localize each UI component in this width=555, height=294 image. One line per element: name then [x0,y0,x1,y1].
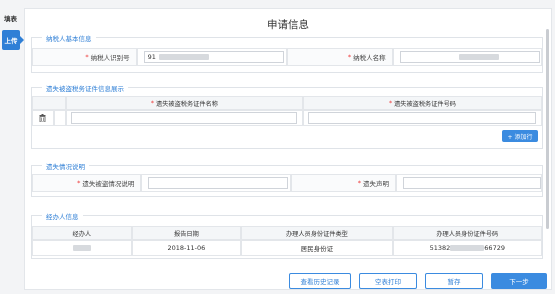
table-row [32,110,542,126]
taxpayer-id-field[interactable]: 91 [143,51,284,63]
redacted-block [158,54,209,60]
col-id-number: 办理人员身份证件号码 [392,226,542,240]
table-row: 2018-11-06 居民身份证 51382 66729 [32,240,542,256]
required-mark: * [85,53,89,61]
section-agent-legend: 经办人信息 [42,211,83,221]
taxpayer-name-field[interactable] [399,51,540,63]
statement-field[interactable] [403,177,541,189]
taxpayer-name-cell [392,48,542,66]
agent-table-header: 经办人 报告日期 办理人员身份证件类型 办理人员身份证件号码 [32,226,542,240]
section-certs-legend: 遗失被盗税务证件信息展示 [42,83,128,93]
section-basic-legend: 纳税人基本信息 [42,33,96,43]
col-cert-name: * 遗失被盗税务证件名称 [65,96,303,110]
certs-table-header: * 遗失被盗税务证件名称 * 遗失被盗税务证件号码 [32,96,542,110]
col-agent: 经办人 [32,226,132,240]
agent-name [32,240,132,256]
col-report-date: 报告日期 [131,226,242,240]
col-cert-number: * 遗失被盗税务证件号码 [302,96,542,110]
explain-field[interactable] [148,177,289,189]
cert-name-field[interactable] [71,112,298,124]
section-agent-info: 经办人信息 经办人 报告日期 办理人员身份证件类型 办理人员身份证件号码 201… [31,211,543,259]
redacted-block [72,245,91,251]
save-draft-button[interactable]: 暂存 [425,273,483,289]
cert-number-field[interactable] [308,112,537,124]
blank-print-button[interactable]: 空表打印 [359,273,417,289]
trash-icon[interactable] [32,110,54,126]
section-lost-certs: 遗失被盗税务证件信息展示 * 遗失被盗税务证件名称 * 遗失被盗税务证件号码 + 添… [31,83,543,149]
sidebar: 填表 上传 [0,0,24,294]
section-explanation: 遗失情况说明 * 遗失被盗情况说明 * 遗失声明 [31,161,543,197]
scrollbar[interactable] [546,29,549,229]
taxpayer-id-label: * 纳税人识别号 [32,48,137,66]
view-history-button[interactable]: 查看历史记录 [289,273,351,289]
sidebar-label: 填表 [4,15,17,23]
section-explain-legend: 遗失情况说明 [42,161,89,171]
redacted-block [450,245,485,251]
taxpayer-name-label: * 纳税人名称 [287,48,393,66]
required-mark: * [347,53,352,61]
next-step-button[interactable]: 下一步 [491,273,547,289]
sidebar-tab-upload[interactable]: 上传 [2,30,24,50]
main-panel: 申请信息 纳税人基本信息 * 纳税人识别号 91 * 纳税人名称 遗失被盗税务证… [24,8,552,290]
id-number: 51382 66729 [392,240,542,256]
redacted-block [458,54,499,60]
statement-label: * 遗失声明 [290,174,396,192]
explain-label: * 遗失被盗情况说明 [32,174,142,192]
col-id-type: 办理人员身份证件类型 [241,226,393,240]
page-title: 申请信息 [267,19,309,31]
add-row-button[interactable]: + 添加行 [502,130,538,142]
report-date: 2018-11-06 [131,240,242,256]
id-type: 居民身份证 [241,240,393,256]
section-basic-info: 纳税人基本信息 * 纳税人识别号 91 * 纳税人名称 [31,33,543,73]
taxpayer-id-cell: 91 [136,48,287,66]
